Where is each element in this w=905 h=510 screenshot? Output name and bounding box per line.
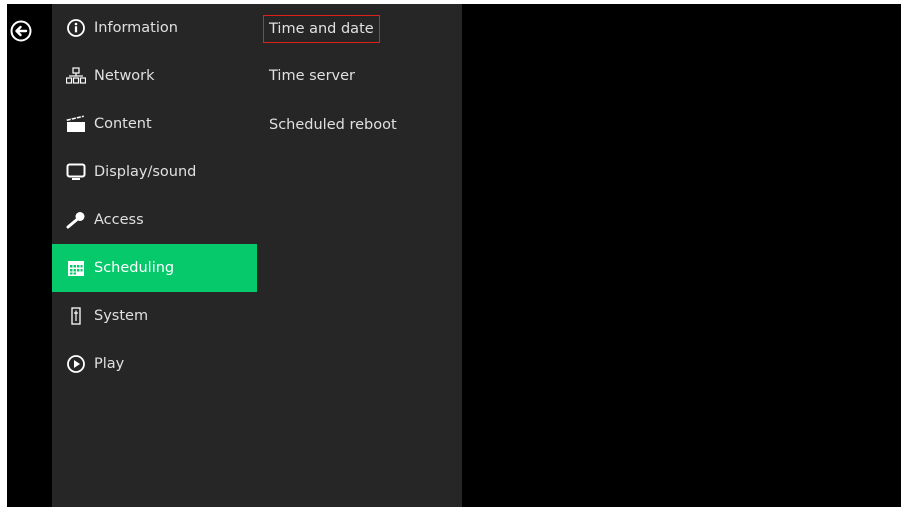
menu-item-display-sound[interactable]: Display/sound	[52, 148, 257, 196]
submenu-item-label: Time and date	[269, 21, 374, 37]
menu-item-label: Scheduling	[94, 260, 175, 276]
menu-item-scheduling[interactable]: Scheduling	[52, 244, 257, 292]
system-icon	[66, 306, 86, 326]
menu-item-label: Access	[94, 212, 144, 228]
menu-item-label: Display/sound	[94, 164, 197, 180]
submenu-item-label: Time server	[269, 68, 355, 84]
clapperboard-icon	[66, 114, 86, 134]
menu-item-play[interactable]: Play	[52, 340, 257, 388]
key-icon	[66, 210, 86, 230]
menu-item-label: Content	[94, 116, 152, 132]
menu-item-label: Information	[94, 20, 178, 36]
menu-item-label: Network	[94, 68, 155, 84]
calendar-icon	[66, 258, 86, 278]
menu-item-label: Play	[94, 356, 125, 372]
play-icon	[66, 354, 86, 374]
screen: Information Network Content Display/soun…	[0, 0, 905, 510]
submenu-item-label: Scheduled reboot	[269, 117, 397, 133]
submenu-item-scheduled-reboot[interactable]: Scheduled reboot	[264, 112, 402, 138]
menu-item-network[interactable]: Network	[52, 52, 257, 100]
info-icon	[66, 18, 86, 38]
menu-item-system[interactable]: System	[52, 292, 257, 340]
menu-item-label: System	[94, 308, 149, 324]
back-arrow-icon[interactable]	[10, 20, 32, 42]
menu-item-access[interactable]: Access	[52, 196, 257, 244]
submenu-item-time-server[interactable]: Time server	[264, 63, 360, 89]
monitor-icon	[66, 162, 86, 182]
menu-item-content[interactable]: Content	[52, 100, 257, 148]
submenu-item-time-and-date[interactable]: Time and date	[263, 15, 380, 43]
menu-item-information[interactable]: Information	[52, 4, 257, 52]
network-icon	[66, 66, 86, 86]
